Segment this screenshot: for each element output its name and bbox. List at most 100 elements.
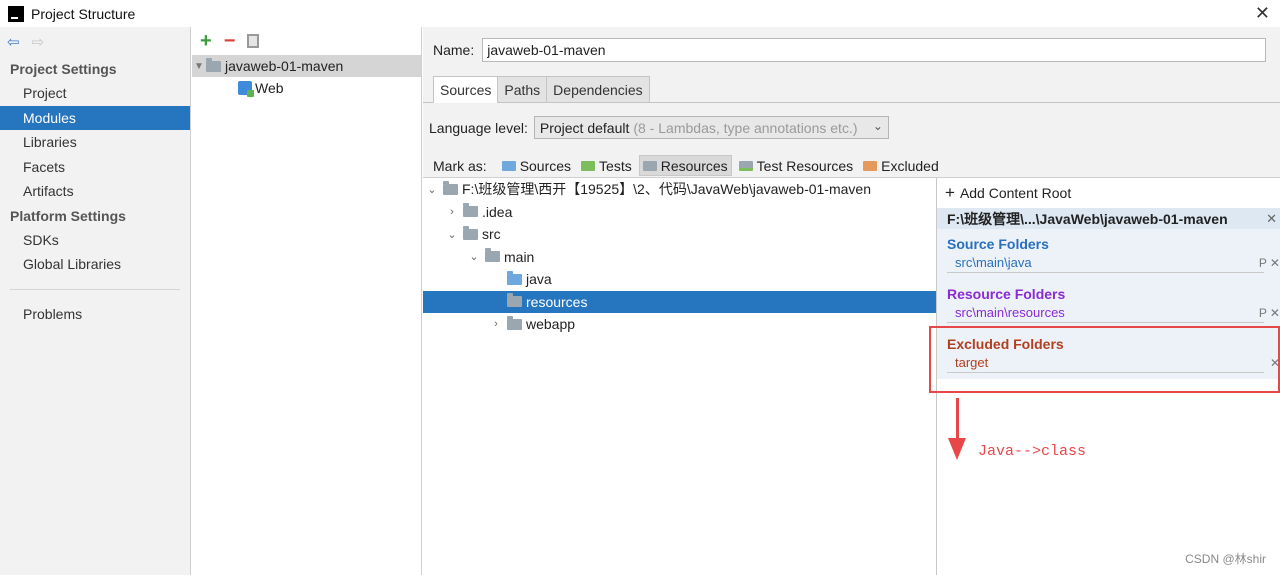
language-level-value: Project default <box>539 119 630 136</box>
facet-name: Web <box>255 80 284 96</box>
module-folder-icon <box>206 57 221 72</box>
tree-row-webapp[interactable]: › webapp <box>423 313 936 336</box>
arrow-down-icon <box>948 438 966 460</box>
properties-remove-icon[interactable]: P ✕ <box>1259 303 1280 323</box>
module-row[interactable]: ▼ javaweb-01-maven <box>192 55 421 77</box>
window-title: Project Structure <box>31 5 136 22</box>
highlight-box <box>929 326 1280 393</box>
properties-remove-icon[interactable]: P ✕ <box>1259 253 1280 273</box>
sidebar-item-modules[interactable]: Modules <box>0 105 190 130</box>
mark-sources-label: Sources <box>519 157 572 174</box>
add-content-root-button[interactable]: + Add Content Root <box>937 178 1280 208</box>
tree-label-src: src <box>482 226 501 243</box>
tree-label-idea: .idea <box>482 203 513 220</box>
chevron-down-icon[interactable]: ⌄ <box>467 250 481 263</box>
nav-arrows: ⇦ ⇨ <box>0 27 190 57</box>
sidebar-item-problems[interactable]: Problems <box>0 302 190 327</box>
test-resources-folder-icon <box>738 160 753 171</box>
mark-as-label: Mark as: <box>433 157 487 174</box>
resources-folder-icon <box>507 293 522 308</box>
facet-row[interactable]: Web <box>192 77 421 99</box>
chevron-down-icon[interactable]: ▼ <box>192 61 206 72</box>
folder-icon <box>443 180 458 195</box>
excluded-folder-icon <box>863 160 878 171</box>
tree-row-resources[interactable]: resources <box>423 290 936 313</box>
language-level-hint: (8 - Lambdas, type annotations etc.) <box>633 119 858 136</box>
back-arrow-icon[interactable]: ⇦ <box>7 33 20 51</box>
source-folder-path[interactable]: src\main\java P ✕ <box>947 253 1280 273</box>
tab-sources[interactable]: Sources <box>433 76 499 103</box>
tests-folder-icon <box>581 160 596 171</box>
add-content-root-label: Add Content Root <box>959 185 1072 201</box>
modules-panel: + − ▼ javaweb-01-maven Web <box>192 27 422 575</box>
remove-icon[interactable]: − <box>224 31 236 51</box>
module-settings-panel: Name: Sources Paths Dependencies Languag… <box>423 27 1280 575</box>
source-folder-label: src\main\java <box>955 255 1032 270</box>
copy-icon[interactable] <box>247 34 260 48</box>
module-name-input[interactable] <box>482 38 1267 62</box>
resources-folder-icon <box>642 160 657 171</box>
remove-root-icon[interactable]: ✕ <box>1266 211 1277 227</box>
name-label: Name: <box>433 42 475 58</box>
tab-dependencies[interactable]: Dependencies <box>546 76 650 102</box>
tree-row-src[interactable]: ⌄ src <box>423 223 936 246</box>
mark-test-resources-label: Test Resources <box>756 157 854 174</box>
mark-tests-button[interactable]: Tests <box>578 155 635 176</box>
language-level-row: Language level: Project default (8 - Lam… <box>429 116 889 139</box>
mark-tests-label: Tests <box>599 157 632 174</box>
resource-folder-path[interactable]: src\main\resources P ✕ <box>947 303 1280 323</box>
mark-resources-button[interactable]: Resources <box>638 155 732 176</box>
tab-paths[interactable]: Paths <box>497 76 548 102</box>
mark-test-resources-button[interactable]: Test Resources <box>736 155 856 176</box>
sidebar-item-libraries[interactable]: Libraries <box>0 130 190 155</box>
language-level-label: Language level: <box>429 119 528 136</box>
close-icon[interactable]: ✕ <box>1255 2 1270 24</box>
forward-arrow-icon[interactable]: ⇨ <box>32 33 45 51</box>
mark-excluded-button[interactable]: Excluded <box>860 155 942 176</box>
chevron-right-icon[interactable]: › <box>445 206 459 218</box>
chevron-right-icon[interactable]: › <box>489 318 503 330</box>
add-icon[interactable]: + <box>200 31 212 51</box>
source-folders-group: Source Folders src\main\java P ✕ <box>937 229 1280 279</box>
intellij-logo-icon <box>8 5 24 22</box>
language-level-select[interactable]: Project default (8 - Lambdas, type annot… <box>533 116 889 139</box>
chevron-down-icon[interactable]: ⌄ <box>425 183 439 196</box>
settings-sidebar: ⇦ ⇨ Project Settings Project Modules Lib… <box>0 27 191 575</box>
chevron-down-icon[interactable]: ⌄ <box>445 228 459 241</box>
sidebar-item-artifacts[interactable]: Artifacts <box>0 179 190 204</box>
tree-row-idea[interactable]: › .idea <box>423 201 936 224</box>
folder-icon <box>463 225 478 240</box>
content-root-header: F:\班级管理\...\JavaWeb\javaweb-01-maven ✕ <box>937 208 1280 229</box>
sidebar-divider <box>10 288 180 290</box>
tree-label-java: java <box>526 271 552 288</box>
tree-label-resources: resources <box>526 293 588 310</box>
tree-root-path: F:\班级管理\西开【19525】\2、代码\JavaWeb\javaweb-0… <box>462 181 871 198</box>
module-tabs: Sources Paths Dependencies <box>433 76 650 103</box>
mark-resources-label: Resources <box>660 157 728 174</box>
watermark: CSDN @林shir <box>1185 552 1266 566</box>
tree-row-main[interactable]: ⌄ main <box>423 246 936 269</box>
name-row: Name: <box>433 38 1267 62</box>
mark-excluded-label: Excluded <box>881 157 939 174</box>
resource-folders-title: Resource Folders <box>947 286 1066 302</box>
modules-toolbar: + − <box>192 27 421 55</box>
source-folder-icon <box>507 270 522 285</box>
sources-folder-icon <box>501 160 516 171</box>
sidebar-item-facets[interactable]: Facets <box>0 155 190 180</box>
sidebar-item-sdks[interactable]: SDKs <box>0 228 190 253</box>
sidebar-item-project[interactable]: Project <box>0 81 190 106</box>
resource-folders-group: Resource Folders src\main\resources P ✕ <box>937 279 1280 329</box>
mark-sources-button[interactable]: Sources <box>499 155 574 176</box>
sidebar-item-global-libraries[interactable]: Global Libraries <box>0 252 190 277</box>
title-bar: Project Structure ✕ <box>0 0 1280 27</box>
content-root-path: F:\班级管理\...\JavaWeb\javaweb-01-maven <box>947 210 1228 227</box>
mark-as-row: Mark as: Sources Tests Resources Test Re… <box>433 155 946 176</box>
tree-label-main: main <box>504 248 535 265</box>
folder-icon <box>507 315 522 330</box>
folder-icon <box>463 203 478 218</box>
annotation-text: Java-->class <box>978 443 1087 460</box>
tree-row-root[interactable]: ⌄ F:\班级管理\西开【19525】\2、代码\JavaWeb\javaweb… <box>423 178 936 201</box>
tree-row-java[interactable]: java <box>423 268 936 291</box>
annotation-arrow-shaft <box>956 398 959 440</box>
plus-icon: + <box>945 183 955 202</box>
